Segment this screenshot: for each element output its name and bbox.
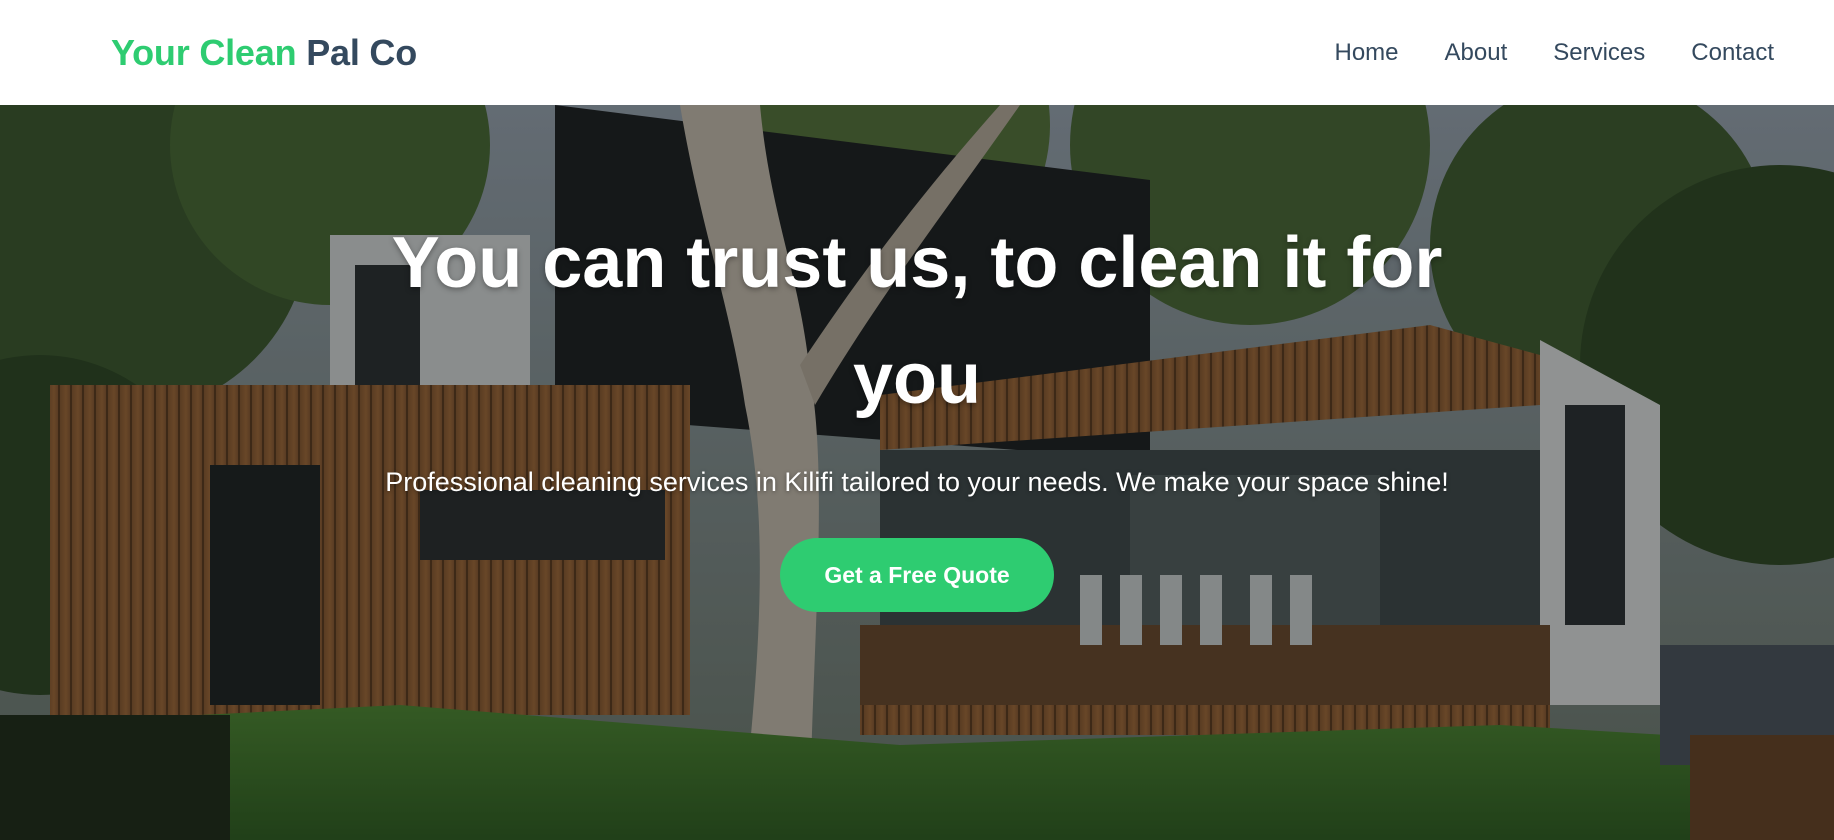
nav-link-home[interactable]: Home [1335, 39, 1399, 66]
nav-item-about: About [1445, 39, 1508, 67]
nav-link-services[interactable]: Services [1553, 39, 1645, 66]
logo-accent-text: Your Clean [111, 31, 297, 73]
hero-content: You can trust us, to clean it for you Pr… [0, 105, 1834, 840]
logo-rest-text: Pal Co [306, 31, 418, 73]
nav-item-home: Home [1335, 39, 1399, 67]
get-free-quote-button[interactable]: Get a Free Quote [780, 538, 1054, 612]
nav-item-contact: Contact [1691, 39, 1774, 67]
site-logo[interactable]: Your Clean Pal Co [111, 32, 417, 74]
nav-menu: Home About Services Contact [1335, 39, 1775, 67]
nav-item-services: Services [1553, 39, 1645, 67]
hero-section: You can trust us, to clean it for you Pr… [0, 105, 1834, 840]
nav-link-contact[interactable]: Contact [1691, 39, 1774, 66]
hero-title: You can trust us, to clean it for you [391, 223, 1443, 419]
navbar: Your Clean Pal Co Home About Services Co… [0, 0, 1834, 105]
nav-link-about[interactable]: About [1445, 39, 1508, 66]
hero-subtitle: Professional cleaning services in Kilifi… [385, 467, 1449, 497]
